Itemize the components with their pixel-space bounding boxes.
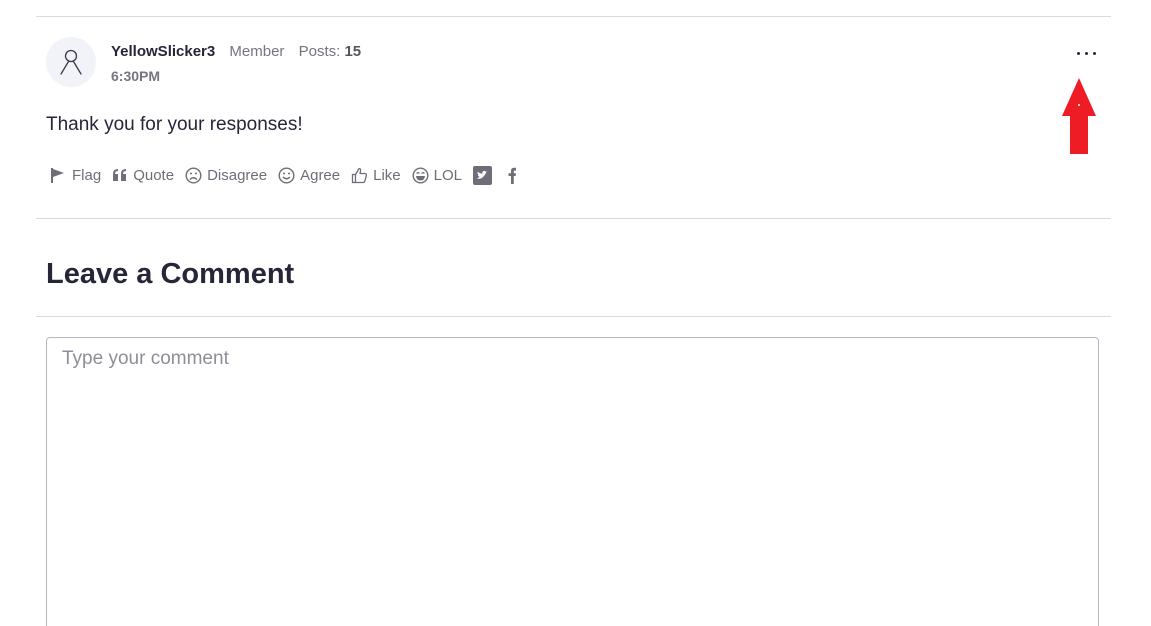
avatar[interactable] [46,37,96,87]
quote-button[interactable]: Quote [112,163,174,187]
comment-input[interactable] [46,337,1099,626]
discussion-page: YellowSlicker3 Member Posts: 15 6:30PM T… [0,0,1151,626]
divider-middle [36,218,1111,219]
annotation-arrow-icon [1062,78,1096,154]
author-role: Member [229,43,285,60]
agree-button[interactable]: Agree [278,163,340,187]
facebook-icon [508,167,517,184]
posts-label: Posts: 15 [299,43,362,60]
like-label: Like [373,166,401,184]
flag-button[interactable]: Flag [50,163,101,187]
flag-icon [51,167,64,183]
lol-label: LOL [433,166,463,184]
like-button[interactable]: Like [351,163,401,187]
divider-top [36,16,1111,17]
frown-icon [185,166,202,184]
laugh-icon [412,166,429,184]
agree-label: Agree [300,166,341,184]
author-name[interactable]: YellowSlicker3 [111,43,215,60]
posts-label-text: Posts: [298,43,341,60]
thumbs-up-icon [351,167,368,183]
dot [1084,51,1088,55]
post-time[interactable]: 6:30PM [111,68,160,84]
author-line: YellowSlicker3 Member Posts: 15 [111,43,361,60]
twitter-icon [473,165,493,185]
share-facebook-button[interactable] [506,166,518,185]
quote-icon [113,169,127,181]
user-icon [60,49,82,75]
smile-icon [278,166,295,184]
comment-section-heading: Leave a Comment [46,258,295,290]
dot [1092,51,1096,55]
share-twitter-button[interactable] [473,165,493,185]
disagree-button[interactable]: Disagree [185,163,267,187]
flag-label: Flag [72,166,102,184]
lol-button[interactable]: LOL [412,163,462,187]
disagree-label: Disagree [207,166,268,184]
dot [1076,51,1080,55]
quote-label: Quote [133,166,175,184]
posts-count: 15 [344,43,362,60]
divider-bottom [36,316,1111,317]
more-options-button[interactable] [1068,42,1104,64]
reaction-bar: Flag Quote Disagree Agree Like LOL [50,163,532,187]
post-body: Thank you for your responses! [46,114,303,135]
